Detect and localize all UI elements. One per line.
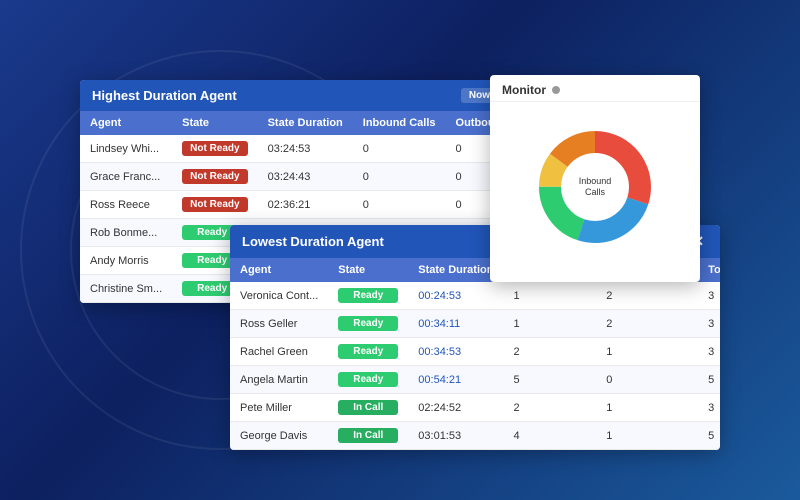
table-row: Lindsey Whi... Not Ready 03:24:53 0 0	[80, 135, 510, 163]
total-calls: 5	[698, 366, 720, 394]
table-row: Ross Geller Ready 00:34:11 1 2 3	[230, 310, 720, 338]
col-inbound-h: Inbound Calls	[353, 111, 446, 135]
donut-chart: Inbound Calls	[525, 117, 665, 257]
donut-chart-container: Inbound Calls	[490, 102, 700, 272]
agent-name: Lindsey Whi...	[80, 135, 172, 163]
state-duration: 00:54:21	[408, 366, 503, 394]
inbound-calls: 4	[503, 422, 596, 450]
table-row: Veronica Cont... Ready 00:24:53 1 2 3	[230, 282, 720, 310]
col-agent-h: Agent	[80, 111, 172, 135]
agent-state: Ready	[328, 282, 408, 310]
state-duration: 00:34:53	[408, 338, 503, 366]
agent-name: Angela Martin	[230, 366, 328, 394]
agent-state: Ready	[328, 338, 408, 366]
agent-state: In Call	[328, 422, 408, 450]
state-duration: 03:24:43	[258, 163, 353, 191]
total-calls: 3	[698, 310, 720, 338]
state-badge: Not Ready	[182, 141, 247, 156]
monitor-status-dot	[552, 86, 560, 94]
agent-state: Not Ready	[172, 191, 257, 219]
agent-name: George Davis	[230, 422, 328, 450]
inbound-calls: 5	[503, 366, 596, 394]
state-badge: Ready	[338, 372, 398, 387]
agent-state: Not Ready	[172, 163, 257, 191]
monitor-panel: Monitor Inbound Calls	[490, 75, 700, 282]
state-badge: In Call	[338, 400, 398, 415]
agent-name: Veronica Cont...	[230, 282, 328, 310]
agent-state: Not Ready	[172, 135, 257, 163]
col-total-l: Total Calls	[698, 258, 720, 282]
state-badge: Not Ready	[182, 197, 247, 212]
inbound-calls: 0	[353, 135, 446, 163]
agent-name: Andy Morris	[80, 247, 172, 275]
table-row: Pete Miller In Call 02:24:52 2 1 3	[230, 394, 720, 422]
donut-center-label-line1: Inbound	[579, 176, 612, 186]
state-duration: 03:01:53	[408, 422, 503, 450]
agent-state: Ready	[328, 310, 408, 338]
outbound-calls: 1	[596, 338, 698, 366]
outbound-calls: 2	[596, 282, 698, 310]
state-badge: Not Ready	[182, 169, 247, 184]
agent-name: Ross Reece	[80, 191, 172, 219]
table-row: Ross Reece Not Ready 02:36:21 0 0	[80, 191, 510, 219]
state-duration: 02:36:21	[258, 191, 353, 219]
inbound-calls: 2	[503, 394, 596, 422]
state-badge: Ready	[338, 344, 398, 359]
agent-state: In Call	[328, 394, 408, 422]
state-badge: Ready	[338, 288, 398, 303]
outbound-calls: 0	[596, 366, 698, 394]
total-calls: 3	[698, 338, 720, 366]
col-duration-h: State Duration	[258, 111, 353, 135]
col-state-l: State	[328, 258, 408, 282]
total-calls: 3	[698, 394, 720, 422]
state-badge: In Call	[338, 428, 398, 443]
state-duration: 03:24:53	[258, 135, 353, 163]
table-row: George Davis In Call 03:01:53 4 1 5	[230, 422, 720, 450]
table-row: Rachel Green Ready 00:34:53 2 1 3	[230, 338, 720, 366]
outbound-calls: 1	[596, 422, 698, 450]
total-calls: 5	[698, 422, 720, 450]
table-row: Grace Franc... Not Ready 03:24:43 0 0	[80, 163, 510, 191]
highest-panel-header: Highest Duration Agent Now	[80, 80, 510, 111]
agent-name: Grace Franc...	[80, 163, 172, 191]
inbound-calls: 1	[503, 282, 596, 310]
inbound-calls: 1	[503, 310, 596, 338]
inbound-calls: 0	[353, 163, 446, 191]
donut-center-label-line2: Calls	[585, 187, 606, 197]
state-duration: 02:24:52	[408, 394, 503, 422]
lowest-panel-title: Lowest Duration Agent	[242, 234, 384, 249]
lowest-duration-table: Agent State State Duration Inbound Calls…	[230, 258, 720, 450]
state-duration: 00:34:11	[408, 310, 503, 338]
inbound-calls: 2	[503, 338, 596, 366]
monitor-title: Monitor	[502, 83, 546, 97]
agent-name: Ross Geller	[230, 310, 328, 338]
agent-state: Ready	[328, 366, 408, 394]
highest-panel-title: Highest Duration Agent	[92, 88, 237, 103]
col-agent-l: Agent	[230, 258, 328, 282]
agent-name: Christine Sm...	[80, 275, 172, 303]
monitor-header: Monitor	[490, 75, 700, 102]
table-row: Angela Martin Ready 00:54:21 5 0 5	[230, 366, 720, 394]
inbound-calls: 0	[353, 191, 446, 219]
agent-name: Rob Bonme...	[80, 219, 172, 247]
col-state-h: State	[172, 111, 257, 135]
state-duration: 00:24:53	[408, 282, 503, 310]
outbound-calls: 2	[596, 310, 698, 338]
outbound-calls: 1	[596, 394, 698, 422]
total-calls: 3	[698, 282, 720, 310]
agent-name: Pete Miller	[230, 394, 328, 422]
agent-name: Rachel Green	[230, 338, 328, 366]
highest-table-header-row: Agent State State Duration Inbound Calls…	[80, 111, 510, 135]
state-badge: Ready	[338, 316, 398, 331]
